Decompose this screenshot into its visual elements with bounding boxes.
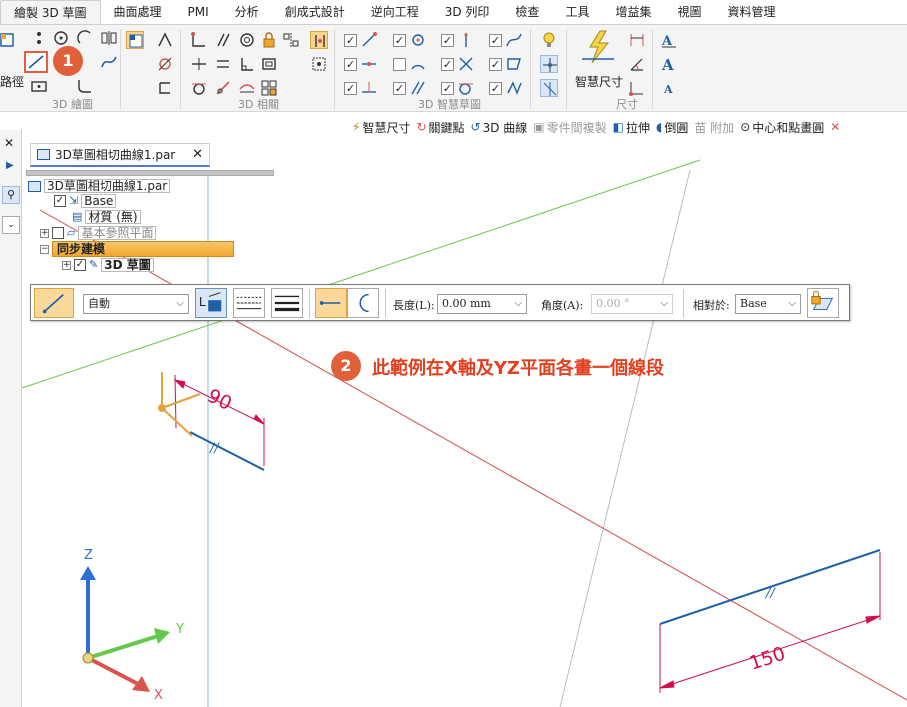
- chevron-down-icon: ⌵: [788, 298, 796, 309]
- callout-text: 此範例在X軸及YZ平面各畫一個線段: [372, 358, 664, 379]
- dimension-150-label: 150: [747, 643, 788, 675]
- parallel-mark-long: //: [764, 586, 776, 601]
- tree-checkbox[interactable]: [52, 227, 64, 239]
- draw-mode-select[interactable]: 自動 ⌵: [83, 294, 189, 314]
- tree-sync-label: 同步建模: [52, 241, 234, 257]
- angle-value: 0.00 °: [596, 297, 630, 310]
- parallel-mark-short: //: [208, 441, 220, 456]
- tree-sketch-node[interactable]: + ✓ ✎ 3D 草圖: [62, 258, 154, 272]
- line-type-icon: [236, 296, 262, 310]
- reference-plane-icon: ▱: [67, 226, 76, 239]
- tree-material-node[interactable]: ▤ 材質 (無): [72, 210, 141, 224]
- draw-mode-value: 自動: [88, 297, 110, 310]
- line-type-button[interactable]: [233, 288, 265, 318]
- line-mode-button[interactable]: [34, 288, 74, 318]
- line-icon: [42, 293, 64, 314]
- part-file-icon: [28, 180, 41, 192]
- tree-root-label: 3D草圖相切曲線1.par: [44, 179, 171, 193]
- line-color-button[interactable]: L: [195, 288, 227, 318]
- tree-collapse-icon[interactable]: −: [40, 244, 49, 254]
- tree-checkbox[interactable]: ✓: [74, 259, 86, 271]
- tree-base-label: Base: [81, 194, 117, 208]
- angle-label: 角度(A):: [541, 299, 584, 312]
- length-input[interactable]: 0.00 mm ⌵: [437, 294, 527, 314]
- axis-x-label: X: [154, 688, 163, 703]
- dimension-90-label: 90: [204, 385, 235, 415]
- sketch-segment-short: [189, 431, 265, 471]
- axis-y-label: Y: [175, 622, 184, 637]
- length-label: 長度(L):: [393, 299, 435, 312]
- line-segment-icon: [319, 301, 341, 305]
- svg-text:L: L: [199, 295, 206, 309]
- chevron-down-icon: ⌵: [176, 298, 184, 309]
- command-bar-separator: [309, 289, 310, 318]
- tree-ref-planes-node[interactable]: + ▱ 基本參照平面: [40, 226, 157, 240]
- tree-sync-node[interactable]: − 同步建模: [40, 241, 234, 257]
- line-width-button[interactable]: [271, 288, 303, 318]
- tree-root-node[interactable]: 3D草圖相切曲線1.par: [28, 179, 171, 193]
- axis-z-label: Z: [84, 548, 93, 563]
- command-bar-separator: [683, 289, 684, 318]
- arc-segment-button[interactable]: [347, 288, 379, 318]
- tree-checkbox[interactable]: ✓: [54, 195, 66, 207]
- sketch-icon: ✎: [89, 258, 99, 271]
- grey-reference-line: [559, 169, 691, 707]
- relative-to-label: 相對於:: [693, 299, 730, 312]
- relative-to-value: Base: [740, 297, 767, 310]
- lock-plane-button[interactable]: [807, 288, 839, 318]
- callout-badge-1: 1: [53, 46, 83, 76]
- angle-input[interactable]: 0.00 ° ⌵: [591, 294, 673, 314]
- app-window: 繪製 3D 草圖 曲面處理 PMI 分析 創成式設計 逆向工程 3D 列印 檢查…: [0, 0, 907, 707]
- command-bar-separator: [385, 289, 386, 318]
- arc-segment-icon: [359, 293, 369, 313]
- chevron-down-icon: ⌵: [660, 298, 668, 309]
- relative-to-select[interactable]: Base ⌵: [735, 294, 801, 314]
- material-icon: ▤: [72, 210, 83, 223]
- callout-badge-2: 2: [331, 351, 361, 381]
- line-color-icon: L: [199, 292, 222, 312]
- tree-sketch-label: 3D 草圖: [101, 258, 154, 272]
- tree-expand-icon[interactable]: +: [40, 228, 49, 238]
- tree-expand-icon[interactable]: +: [62, 260, 71, 270]
- tree-material-label: 材質 (無): [85, 210, 141, 224]
- main-axis-triad: [80, 566, 170, 692]
- line-segment-button[interactable]: [315, 288, 347, 318]
- line-width-icon: [274, 295, 300, 312]
- length-value: 0.00 mm: [442, 297, 491, 310]
- line-command-bar: 自動 ⌵ L 長度(L): 0.00 mm ⌵ 角度(A): 0.00 ° ⌵ 相對於…: [30, 284, 850, 321]
- tree-ref-planes-label: 基本參照平面: [78, 226, 157, 240]
- coordinate-system-icon: ⇲: [69, 194, 79, 207]
- tree-base-node[interactable]: ✓ ⇲ Base: [54, 194, 117, 208]
- chevron-down-icon: ⌵: [514, 298, 522, 309]
- lock-plane-icon: [811, 290, 834, 310]
